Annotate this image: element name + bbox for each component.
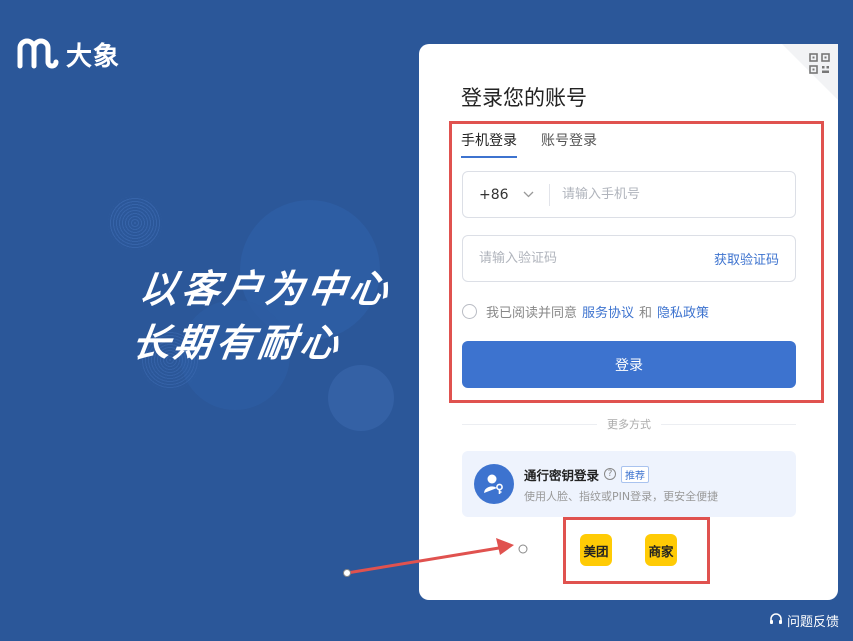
more-ways-divider: 更多方式 [462,416,796,432]
login-button[interactable]: 登录 [462,341,796,388]
passkey-user-icon [474,464,514,504]
country-code-select[interactable]: +86 [463,187,549,203]
phone-field: +86 [462,171,796,218]
headset-icon [769,612,787,630]
service-agreement-link[interactable]: 服务协议 [582,302,634,321]
verification-code-input[interactable] [463,236,714,281]
passkey-title: 通行密钥登录 [524,467,600,483]
help-icon[interactable]: ? [604,468,617,480]
feedback-link[interactable]: 问题反馈 [769,611,839,630]
passkey-login-button[interactable]: 通行密钥登录 ? 推荐 使用人脸、指纹或PIN登录，更安全便捷 [462,451,796,517]
dx-logo-icon [16,34,62,74]
bg-decoration [108,196,162,250]
brand-logo: 大象 [16,34,120,74]
country-code: +86 [479,186,509,203]
tab-phone-login[interactable]: 手机登录 [461,130,517,158]
code-field: 获取验证码 [462,235,796,282]
qr-login-toggle[interactable] [782,44,838,100]
slogan-line-1: 以客户为中心 [136,266,396,311]
tab-account-login[interactable]: 账号登录 [541,130,597,158]
privacy-policy-link[interactable]: 隐私政策 [657,302,709,321]
meituan-login-button[interactable]: 美团 [580,534,612,566]
login-card: 登录您的账号 手机登录 账号登录 +86 获取验证码 我已阅读并同意 服务协议 … [419,44,838,600]
feedback-label: 问题反馈 [786,615,839,630]
agreement-row: 我已阅读并同意 服务协议 和 隐私政策 [462,302,714,321]
more-ways-label: 更多方式 [607,418,651,431]
divider-line [661,423,796,425]
brand-name: 大象 [66,41,121,72]
passkey-title-row: 通行密钥登录 ? 推荐 [524,465,718,484]
phone-input[interactable] [550,172,795,217]
passkey-text: 通行密钥登录 ? 推荐 使用人脸、指纹或PIN登录，更安全便捷 [524,465,718,504]
chevron-down-icon [523,188,534,201]
slogan-line-2: 长期有耐心 [129,320,346,365]
slogan: 以客户为中心 长期有耐心 [128,262,395,370]
agreement-checkbox[interactable] [462,304,477,319]
bg-decoration [328,365,394,431]
divider-line [462,423,597,425]
merchant-login-button[interactable]: 商家 [645,534,677,566]
recommend-badge: 推荐 [621,465,650,483]
login-tabs: 手机登录 账号登录 [461,130,621,158]
login-title: 登录您的账号 [461,86,587,110]
passkey-description: 使用人脸、指纹或PIN登录，更安全便捷 [524,489,719,503]
get-code-button[interactable]: 获取验证码 [714,249,779,268]
agreement-prefix: 我已阅读并同意 [486,306,578,321]
agreement-and: 和 [639,306,653,321]
